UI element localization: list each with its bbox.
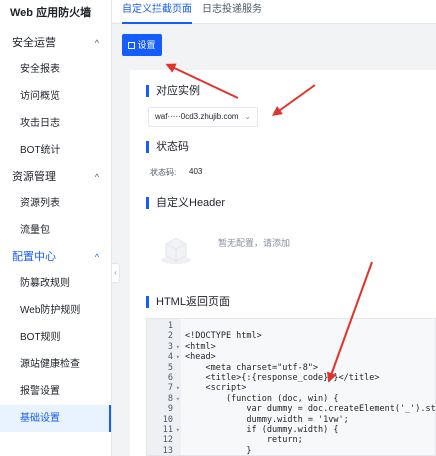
code-line: dummy.width = '1vw'; [185, 414, 349, 425]
code-line: <script> [185, 383, 247, 394]
chevron-up-icon: ^ [94, 252, 99, 262]
line-number: 9 [147, 404, 181, 415]
chevron-down-icon: ⌄ [244, 112, 251, 121]
fold-toggle-icon[interactable]: ▾ [176, 394, 180, 405]
code-line: (function (doc, win) { [185, 393, 339, 404]
line-number-text: 9 [167, 404, 173, 415]
line-number-text: 1 [167, 321, 173, 331]
code-line: if (dummy.width) { [185, 425, 339, 435]
sidebar-group-label: 资源管理 [12, 171, 56, 183]
line-number: 2 [147, 331, 181, 342]
line-number-text: 11 [162, 425, 173, 435]
fold-toggle-icon[interactable]: ▾ [176, 352, 180, 363]
code-line: <html> [185, 341, 216, 352]
app-root: Web 应用防火墙 安全运营 ^ 安全报表 访问概览 攻击日志 BOT统计 资源… [0, 0, 436, 456]
sidebar-group-label: 安全运营 [12, 37, 56, 49]
section-title-header: 自定义Header [146, 197, 225, 209]
empty-box-icon [161, 237, 191, 264]
sidebar-item-web-protection[interactable]: Web防护规则 [0, 297, 111, 324]
sidebar-item-bot-stats[interactable]: BOT统计 [0, 137, 111, 164]
sidebar-item-anti-tamper[interactable]: 防篡改规则 [0, 270, 111, 297]
sidebar-item-traffic-pack[interactable]: 流量包 [0, 217, 111, 244]
line-number: 3 ▾ [147, 342, 181, 353]
sidebar-item-access-overview[interactable]: 访问概览 [0, 83, 111, 110]
line-number: 5 [147, 363, 181, 374]
code-line: var dummy = doc.createElement('_').style… [185, 404, 436, 415]
fold-toggle-icon[interactable]: ▾ [176, 383, 180, 394]
sidebar-group-config-center[interactable]: 配置中心 ^ [0, 244, 111, 270]
line-number: 12 [147, 435, 181, 446]
code-line: <head> [185, 352, 216, 363]
line-number: 6 [147, 373, 181, 384]
line-number-text: 12 [162, 435, 173, 446]
chevron-up-icon: ^ [94, 38, 99, 48]
line-number-text: 4 [167, 352, 173, 363]
sidebar-item-bot-rules[interactable]: BOT规则 [0, 324, 111, 351]
code-line: } [185, 445, 252, 456]
html-code-editor[interactable]: 1 2 3 ▾ 4 ▾ 5 6 7 ▾ 8 ▾ 9 10 11 ▾ 12 13 <!DOCTYPE html> <h… [146, 318, 436, 456]
chevron-up-icon: ^ [94, 172, 99, 182]
section-title-status: 状态码 [146, 141, 189, 153]
tab-custom-block-page[interactable]: 自定义拦截页面 [122, 0, 192, 24]
sidebar-group-label: 配置中心 [12, 251, 56, 263]
settings-button-label: 设置 [137, 40, 156, 50]
line-number-text: 5 [167, 362, 173, 373]
line-number-text: 8 [167, 393, 173, 404]
empty-state-text: 暂无配置，请添加 [218, 238, 291, 248]
sidebar: Web 应用防火墙 安全运营 ^ 安全报表 访问概览 攻击日志 BOT统计 资源… [0, 0, 112, 456]
fold-toggle-icon[interactable]: ▾ [176, 425, 180, 436]
line-number: 4 ▾ [147, 352, 181, 363]
sidebar-item-alerts[interactable]: 报警设置 [0, 378, 111, 405]
code-line: <title>{:{response_code}:}</title> [185, 373, 380, 383]
sidebar-group-security-ops[interactable]: 安全运营 ^ [0, 30, 111, 56]
line-gutter: 1 2 3 ▾ 4 ▾ 5 6 7 ▾ 8 ▾ 9 10 11 ▾ 12 13 [147, 319, 181, 456]
code-line: <!DOCTYPE html> [185, 331, 262, 342]
sidebar-item-security-report[interactable]: 安全报表 [0, 56, 111, 83]
edit-icon [128, 42, 136, 49]
settings-button[interactable]: 设置 [122, 34, 162, 56]
sidebar-item-attack-log[interactable]: 攻击日志 [0, 110, 111, 137]
line-number-text: 6 [167, 373, 173, 383]
tab-log-delivery[interactable]: 日志投递服务 [202, 0, 262, 24]
line-number: 13 [147, 445, 181, 456]
fold-toggle-icon[interactable]: ▾ [176, 342, 180, 353]
line-number-text: 10 [162, 414, 173, 425]
sidebar-collapse-handle[interactable]: ‹ [112, 263, 120, 283]
line-number: 11 ▾ [147, 425, 181, 436]
code-line: <meta charset="utf-8"> [185, 362, 319, 373]
section-title-html: HTML返回页面 [146, 296, 230, 308]
tab-bar: 自定义拦截页面 日志投递服务 [112, 0, 436, 24]
section-title-instance: 对应实例 [146, 85, 200, 97]
status-code-value: 403 [189, 167, 203, 176]
sidebar-item-origin-health[interactable]: 源站健康检查 [0, 351, 111, 378]
instance-select[interactable]: waf·····0cd3.zhujib.com ⌄ [148, 107, 258, 127]
line-number: 1 [147, 321, 181, 332]
sidebar-item-basic-settings[interactable]: 基础设置 [0, 405, 111, 432]
line-number: 10 [147, 415, 181, 426]
line-number-text: 3 [167, 341, 173, 352]
line-number-text: 7 [167, 383, 173, 394]
status-code-label: 状态码: [150, 168, 177, 177]
line-number: 7 ▾ [147, 383, 181, 394]
app-brand: Web 应用防火墙 [10, 7, 92, 19]
line-number-text: 13 [162, 445, 173, 456]
code-line: return; [185, 435, 303, 446]
sidebar-item-resource-list[interactable]: 资源列表 [0, 190, 111, 217]
sidebar-group-resource-mgmt[interactable]: 资源管理 ^ [0, 164, 111, 190]
instance-select-value: waf·····0cd3.zhujib.com [155, 112, 239, 121]
line-number: 8 ▾ [147, 394, 181, 405]
line-number-text: 2 [167, 331, 173, 342]
